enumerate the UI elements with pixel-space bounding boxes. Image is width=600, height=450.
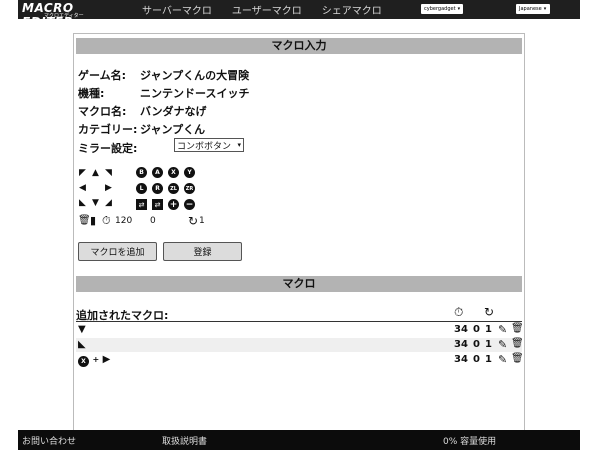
dpad: ◤ ▲ ◥ ◀ ▶ ◣ ▼ ◢: [78, 168, 118, 208]
macro-count: 0: [473, 354, 480, 365]
button-plus-icon[interactable]: +: [168, 199, 179, 210]
edit-icon[interactable]: ✎: [498, 323, 507, 336]
mirror-label: ミラー設定:: [78, 142, 138, 155]
macro-row[interactable]: X + ▶ 34 0 1 ✎ 🗑: [76, 353, 524, 367]
nav-user-macro[interactable]: ユーザーマクロ: [232, 2, 302, 17]
add-macro-button[interactable]: マクロを追加: [78, 242, 157, 261]
dpad-down-left-icon[interactable]: ◣: [78, 198, 87, 208]
macro-time: 34: [454, 339, 468, 350]
repeat-icon[interactable]: ↻: [188, 214, 198, 228]
language-select[interactable]: Japanese ▾: [516, 4, 550, 14]
macro-repeat: 1: [485, 324, 492, 335]
dpad-up-icon[interactable]: ▲: [91, 168, 100, 178]
macro-time: 34: [454, 324, 468, 335]
timer-icon[interactable]: ⏱: [102, 214, 111, 228]
game-label: ゲーム名:: [78, 69, 127, 82]
dpad-right-icon[interactable]: ▶: [104, 183, 113, 193]
game-value: ジャンプくんの大冒険: [140, 69, 250, 82]
repeat-value: 1: [199, 216, 205, 226]
tools-row: 🗑 ▮ ⏱ 120 0 ↻ 1: [78, 214, 228, 229]
language-select-value: Japanese: [519, 6, 542, 12]
timer-value: 120: [115, 216, 133, 226]
button-x-icon: X: [78, 356, 89, 367]
button-zr-icon[interactable]: ZR: [184, 183, 195, 194]
mirror-select-value: コンボボタン: [177, 141, 232, 152]
down-left-arrow-icon: ◣: [78, 339, 86, 350]
mirror-row: ミラー設定: コンボボタン ▾: [78, 138, 244, 156]
divider: [76, 321, 522, 322]
macro-repeat: 1: [485, 354, 492, 365]
dpad-up-right-icon[interactable]: ◥: [104, 168, 113, 178]
left-stick-icon[interactable]: ⇄: [136, 199, 147, 210]
macro-repeat: 1: [485, 339, 492, 350]
top-nav: MACRO EDITER マクロエディター サーバーマクロ ユーザーマクロ シェ…: [18, 0, 580, 29]
mirror-select[interactable]: コンボボタン ▾: [174, 138, 244, 152]
plus-sign: +: [92, 355, 100, 364]
category-label: カテゴリー:: [78, 123, 138, 136]
macro-combo: X + ▶: [78, 354, 110, 367]
down-arrow-icon: ▼: [78, 324, 86, 335]
button-y-icon[interactable]: Y: [184, 167, 195, 178]
button-zl-icon[interactable]: ZL: [168, 183, 179, 194]
trash-icon[interactable]: 🗑: [511, 338, 524, 349]
game-row: ゲーム名: ジャンプくんの大冒険: [78, 67, 249, 83]
nav-share-macro[interactable]: シェアマクロ: [322, 2, 382, 17]
dpad-up-left-icon[interactable]: ◤: [78, 168, 87, 178]
macro-name-row: マクロ名: バンダナなげ: [78, 103, 207, 119]
macro-input-header: マクロ入力: [76, 38, 522, 54]
account-select-value: cybergadget: [424, 6, 456, 12]
button-l-icon[interactable]: L: [136, 183, 147, 194]
macro-name-label: マクロ名:: [78, 105, 127, 118]
macro-count: 0: [473, 324, 480, 335]
platform-row: 機種: ニンテンドースイッチ: [78, 85, 249, 101]
category-row: カテゴリー: ジャンプくん: [78, 121, 205, 137]
button-a-icon[interactable]: A: [152, 167, 163, 178]
repeat-icon: ↻: [484, 305, 495, 319]
category-value: ジャンプくん: [140, 123, 206, 136]
logo-subtitle: マクロエディター: [44, 13, 84, 19]
chevron-down-icon: ▾: [237, 141, 241, 149]
button-r-icon[interactable]: R: [152, 183, 163, 194]
manual-link[interactable]: 取扱説明書: [162, 434, 207, 447]
account-select[interactable]: cybergadget ▾: [421, 4, 463, 14]
nav-server-macro[interactable]: サーバーマクロ: [142, 2, 212, 17]
trash-icon[interactable]: 🗑: [511, 323, 524, 334]
dpad-left-icon[interactable]: ◀: [78, 183, 87, 193]
main-panel: マクロ入力 ゲーム名: ジャンプくんの大冒険 機種: ニンテンドースイッチ マクロ名…: [73, 33, 525, 431]
trash-icon[interactable]: 🗑: [511, 353, 524, 364]
count-value: 0: [150, 216, 156, 226]
timer-icon: ⏱: [454, 305, 464, 319]
trash-icon[interactable]: 🗑: [78, 215, 91, 226]
platform-label: 機種:: [78, 87, 105, 100]
edit-icon[interactable]: ✎: [498, 338, 507, 351]
macro-row[interactable]: ▼ 34 0 1 ✎ 🗑: [76, 323, 524, 337]
button-b-icon[interactable]: B: [136, 167, 147, 178]
macro-time: 34: [454, 354, 468, 365]
button-minus-icon[interactable]: −: [184, 199, 195, 210]
copy-icon[interactable]: ▮: [90, 214, 96, 227]
button-grid: B A X Y L R ZL ZR ⇄ ⇄ + −: [136, 167, 206, 211]
usage-status: 0% 容量使用: [443, 437, 497, 447]
chevron-down-icon: ▾: [543, 6, 547, 12]
right-stick-icon[interactable]: ⇄: [152, 199, 163, 210]
macro-count: 0: [473, 339, 480, 350]
macro-header: マクロ: [76, 276, 522, 292]
macro-row[interactable]: ◣ 34 0 1 ✎ 🗑: [76, 338, 524, 352]
register-button[interactable]: 登録: [163, 242, 242, 261]
dpad-down-icon[interactable]: ▼: [91, 198, 100, 208]
dpad-down-right-icon[interactable]: ◢: [104, 198, 113, 208]
footer: お問い合わせ 取扱説明書 0% 容量使用: [18, 430, 580, 450]
chevron-down-icon: ▾: [457, 6, 461, 12]
button-x-icon[interactable]: X: [168, 167, 179, 178]
platform-value: ニンテンドースイッチ: [140, 87, 250, 100]
contact-link[interactable]: お問い合わせ: [22, 434, 76, 447]
right-arrow-icon: ▶: [102, 354, 111, 365]
logo[interactable]: MACRO EDITER マクロエディター: [22, 1, 118, 29]
edit-icon[interactable]: ✎: [498, 353, 507, 366]
macro-name-value: バンダナなげ: [140, 105, 207, 118]
